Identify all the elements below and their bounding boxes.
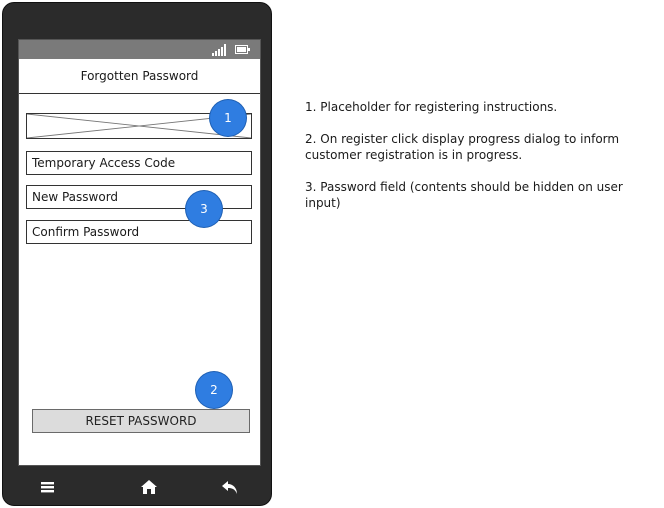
back-icon[interactable] <box>221 479 239 495</box>
annotation-notes: 1. Placeholder for registering instructi… <box>305 99 661 227</box>
signal-icon <box>212 44 226 56</box>
note-1: 1. Placeholder for registering instructi… <box>305 100 558 114</box>
battery-icon <box>235 45 250 54</box>
nav-bar <box>3 467 271 507</box>
reset-password-button[interactable]: RESET PASSWORD <box>32 409 250 433</box>
annotation-badge-2: 2 <box>196 372 232 408</box>
menu-icon[interactable] <box>39 479 57 495</box>
home-icon[interactable] <box>140 479 158 495</box>
annotation-badge-1: 1 <box>210 100 246 136</box>
note-2: 2. On register click display progress di… <box>305 132 620 162</box>
annotation-badge-3: 3 <box>186 191 222 227</box>
page-title: Forgotten Password <box>19 59 260 94</box>
status-bar <box>19 40 260 59</box>
confirm-password-field[interactable]: Confirm Password <box>26 220 252 244</box>
access-code-field[interactable]: Temporary Access Code <box>26 151 252 175</box>
phone-frame: Forgotten Password Temporary Access Code… <box>2 2 272 506</box>
note-3: 3. Password field (contents should be hi… <box>305 180 623 210</box>
